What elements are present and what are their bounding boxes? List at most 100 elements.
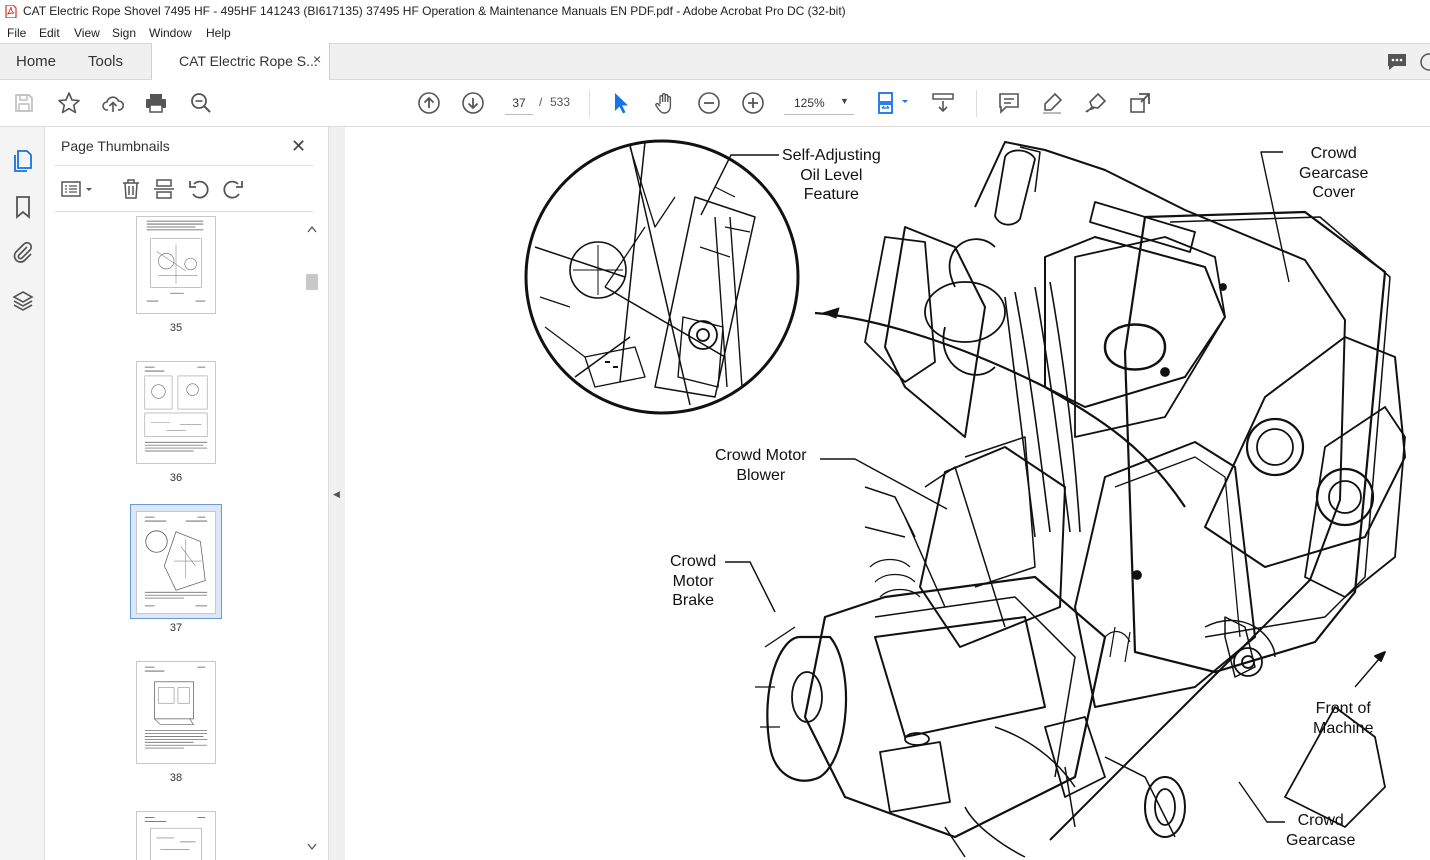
- help-question-icon[interactable]: [1420, 53, 1430, 71]
- menu-window[interactable]: Window: [149, 23, 192, 43]
- menu-file[interactable]: File: [7, 23, 26, 43]
- tab-tools[interactable]: Tools: [88, 53, 123, 70]
- callout-line: Cover: [1312, 184, 1356, 201]
- callout-front-of-machine: Front of Machine: [1313, 699, 1373, 738]
- tab-document[interactable]: CAT Electric Rope S... ×: [151, 43, 330, 81]
- panel-divider: [55, 165, 313, 166]
- menu-sign[interactable]: Sign: [112, 23, 136, 43]
- bookmarks-icon[interactable]: [11, 195, 35, 219]
- search-zoom-icon[interactable]: [189, 91, 213, 115]
- sign-pen-icon[interactable]: [1084, 91, 1108, 115]
- page-number-input[interactable]: [505, 92, 533, 115]
- callout-line: Front of: [1315, 700, 1371, 717]
- tab-bar: Home Tools CAT Electric Rope S... ×: [0, 43, 1430, 81]
- rotate-right-icon[interactable]: [222, 178, 244, 200]
- delete-trash-icon[interactable]: [120, 178, 142, 200]
- page-thumbnail[interactable]: [136, 811, 216, 860]
- page-thumbnail[interactable]: [136, 661, 216, 764]
- page-separator: /: [539, 95, 543, 109]
- panel-splitter[interactable]: ◀: [329, 127, 345, 860]
- page-thumbnail[interactable]: [136, 216, 216, 314]
- layers-icon[interactable]: [11, 289, 35, 313]
- window-title: CAT Electric Rope Shovel 7495 HF - 495HF…: [23, 4, 846, 18]
- page-thumbnails-panel: Page Thumbnails ✕ 35 36 37 38: [45, 127, 329, 860]
- callout-self-adjusting-oil-level: Self-Adjusting Oil Level Feature: [782, 146, 881, 205]
- thumbnail-page-number: 38: [169, 772, 183, 784]
- callout-line: Machine: [1313, 719, 1374, 737]
- print-icon[interactable]: [144, 91, 168, 115]
- tab-home[interactable]: Home: [16, 53, 56, 70]
- callout-line: Crowd: [1297, 812, 1344, 829]
- document-page-view[interactable]: Self-Adjusting Oil Level Feature Crowd G…: [345, 127, 1430, 860]
- collapse-arrow-icon[interactable]: ◀: [333, 489, 340, 500]
- previous-page-icon[interactable]: [417, 91, 441, 115]
- page-total: 533: [550, 95, 571, 109]
- callout-line: Crowd Motor: [715, 447, 807, 464]
- callout-line: Motor: [672, 572, 714, 590]
- callout-line: Gearcase: [1286, 831, 1356, 849]
- cloud-upload-icon[interactable]: [101, 91, 125, 115]
- thumbnail-page-number: 37: [169, 622, 183, 634]
- callout-line: Blower: [736, 466, 786, 484]
- title-bar: CAT Electric Rope Shovel 7495 HF - 495HF…: [0, 0, 1430, 23]
- callout-line: Gearcase: [1299, 164, 1369, 182]
- save-icon[interactable]: [12, 91, 36, 115]
- shovel-machine-drawing: [755, 141, 1406, 858]
- page-thumbnails-icon[interactable]: [11, 149, 35, 173]
- thumbnail-page-number: 35: [169, 322, 183, 334]
- highlight-pen-icon[interactable]: [1040, 91, 1064, 115]
- attachments-paperclip-icon[interactable]: [11, 240, 35, 264]
- toolbar-divider: [976, 90, 977, 117]
- zoom-level-dropdown[interactable]: 125% ▼: [784, 92, 854, 115]
- callout-line: Feature: [803, 186, 859, 203]
- panel-title: Page Thumbnails: [61, 138, 170, 154]
- zoom-out-icon[interactable]: [697, 91, 721, 115]
- panel-divider: [55, 211, 313, 212]
- callout-crowd-motor-blower: Crowd Motor Blower: [715, 446, 807, 485]
- menu-edit[interactable]: Edit: [39, 23, 60, 43]
- technical-illustration: [524, 139, 1406, 858]
- thumbnail-page-number: 36: [169, 472, 183, 484]
- callout-line: Crowd: [1310, 145, 1357, 162]
- page-fit-icon[interactable]: [876, 91, 910, 115]
- hand-tool-icon[interactable]: [653, 91, 677, 115]
- scroll-mode-icon[interactable]: [931, 91, 955, 115]
- leader-motor-blower: [820, 458, 948, 510]
- thumbnail-options-icon[interactable]: [60, 178, 94, 200]
- thumbnail-scrollbar[interactable]: [304, 218, 320, 858]
- leader-gearcase: [1238, 781, 1285, 823]
- tab-document-label: CAT Electric Rope S...: [179, 53, 318, 69]
- leader-gearcase-cover: [1260, 151, 1290, 283]
- bookmark-star-icon[interactable]: [57, 91, 81, 115]
- acrobat-app-icon: [5, 5, 17, 18]
- menu-help[interactable]: Help: [206, 23, 231, 43]
- insert-page-icon[interactable]: [153, 178, 175, 200]
- main-toolbar: / 533 125% ▼: [0, 80, 1430, 127]
- callout-line: Self-Adjusting: [782, 147, 881, 164]
- zoom-in-icon[interactable]: [741, 91, 765, 115]
- comment-bubble-icon[interactable]: [1386, 52, 1408, 72]
- callout-line: Oil Level: [800, 166, 863, 184]
- detail-inset-circle: [524, 139, 800, 415]
- zoom-level-value: 125%: [794, 96, 825, 110]
- leader-motor-brake: [725, 561, 776, 613]
- callout-crowd-gearcase: Crowd Gearcase: [1286, 811, 1355, 850]
- toolbar-divider: [589, 90, 590, 117]
- stamp-export-icon[interactable]: [1128, 91, 1152, 115]
- callout-crowd-motor-brake: Crowd Motor Brake: [670, 552, 716, 611]
- rotate-left-icon[interactable]: [188, 178, 210, 200]
- chevron-down-icon: ▼: [840, 96, 849, 106]
- select-arrow-icon[interactable]: [609, 91, 633, 115]
- callout-crowd-gearcase-cover: Crowd Gearcase Cover: [1299, 144, 1368, 203]
- page-thumbnail[interactable]: [136, 361, 216, 464]
- menu-view[interactable]: View: [74, 23, 100, 43]
- callout-line: Brake: [672, 592, 715, 609]
- menu-bar: File Edit View Sign Window Help: [0, 23, 1430, 43]
- callout-line: Crowd: [670, 553, 717, 570]
- tab-close-icon[interactable]: ×: [313, 51, 321, 67]
- next-page-icon[interactable]: [461, 91, 485, 115]
- close-icon[interactable]: ✕: [291, 136, 306, 157]
- add-comment-icon[interactable]: [997, 91, 1021, 115]
- navigation-rail: [0, 127, 45, 860]
- page-thumbnail-selected[interactable]: [136, 511, 216, 614]
